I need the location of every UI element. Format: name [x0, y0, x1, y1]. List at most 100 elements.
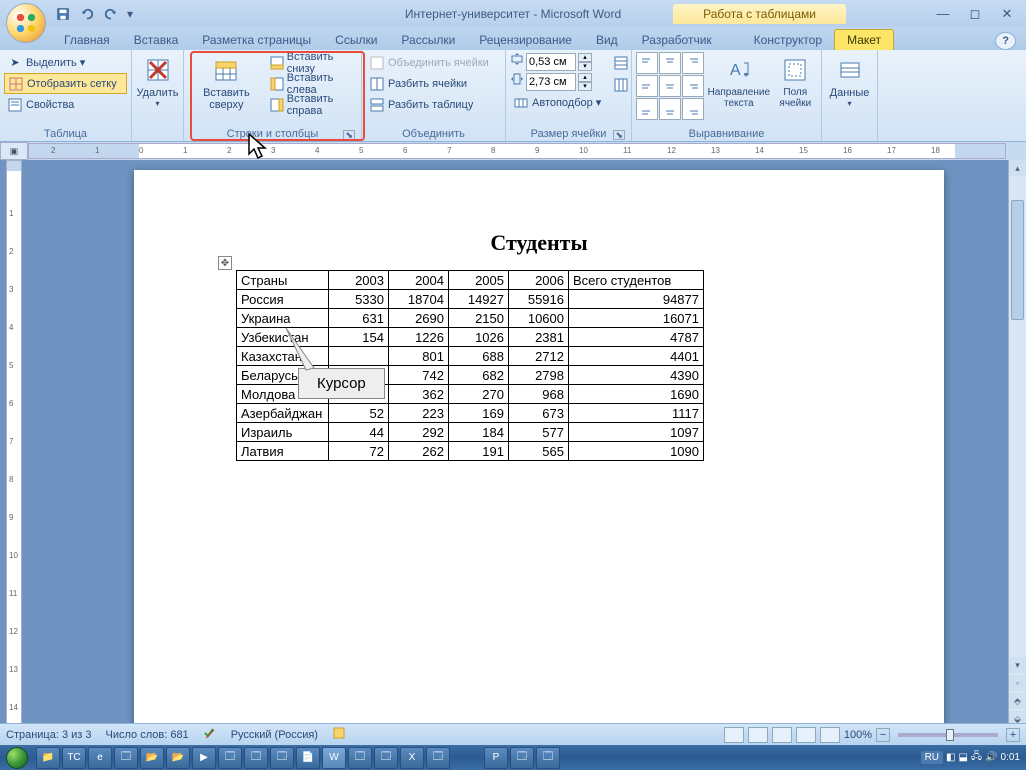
align-br[interactable]	[682, 98, 704, 120]
qat-dropdown-icon[interactable]: ▾	[124, 3, 136, 25]
view-full-screen[interactable]	[748, 727, 768, 743]
qat-redo-icon[interactable]	[100, 3, 122, 25]
align-tc[interactable]	[659, 52, 681, 74]
tray-lang[interactable]: RU	[921, 751, 943, 764]
table-header-cell[interactable]: 2004	[389, 271, 449, 290]
align-tr[interactable]	[682, 52, 704, 74]
vertical-ruler[interactable]: 1234567891011121314	[6, 160, 22, 727]
text-direction-button[interactable]: A Направление текста	[706, 52, 772, 111]
qat-undo-icon[interactable]	[76, 3, 98, 25]
task-app4[interactable]: 🗔	[270, 747, 294, 769]
distribute-cols-button[interactable]	[610, 74, 632, 95]
table-cell[interactable]: 968	[509, 385, 569, 404]
table-row[interactable]: Казахстан80168827124401	[237, 347, 704, 366]
table-row[interactable]: Украина631269021501060016071	[237, 309, 704, 328]
task-app8[interactable]: 🗔	[426, 747, 450, 769]
tab-developer[interactable]: Разработчик	[630, 30, 724, 50]
merge-cells-button[interactable]: Объединить ячейки	[366, 52, 492, 73]
office-button[interactable]	[6, 3, 46, 43]
table-header-cell[interactable]: 2006	[509, 271, 569, 290]
table-cell[interactable]: 223	[389, 404, 449, 423]
table-header-cell[interactable]: Всего студентов	[569, 271, 704, 290]
tray-icon1[interactable]: ◧	[946, 752, 955, 763]
table-cell[interactable]: Узбекистан	[237, 328, 329, 347]
table-cell[interactable]: Азербайджан	[237, 404, 329, 423]
status-lang[interactable]: Русский (Россия)	[231, 729, 318, 741]
table-cell[interactable]: 169	[449, 404, 509, 423]
tab-insert[interactable]: Вставка	[122, 30, 191, 50]
system-tray[interactable]: RU ◧ ⬓ 🖧 🔊 0:01	[917, 749, 1024, 766]
align-bc[interactable]	[659, 98, 681, 120]
table-cell[interactable]: 1090	[569, 442, 704, 461]
width-down[interactable]: ▾	[578, 82, 592, 91]
tab-layout[interactable]: Макет	[834, 29, 894, 50]
scroll-up-icon[interactable]: ▴	[1009, 160, 1026, 176]
select-button[interactable]: ➤Выделить ▾	[4, 52, 127, 73]
table-cell[interactable]	[329, 347, 389, 366]
task-app5[interactable]: 📄	[296, 747, 320, 769]
start-button[interactable]	[0, 745, 34, 770]
table-cell[interactable]: 362	[389, 385, 449, 404]
align-mr[interactable]	[682, 75, 704, 97]
table-cell[interactable]: 2381	[509, 328, 569, 347]
cellsize-launcher[interactable]: ⬊	[613, 130, 625, 140]
width-up[interactable]: ▴	[578, 73, 592, 82]
table-row[interactable]: Узбекистан1541226102623814787	[237, 328, 704, 347]
table-cell[interactable]: 1226	[389, 328, 449, 347]
table-cell[interactable]: 1117	[569, 404, 704, 423]
ruler-corner[interactable]: ▣	[0, 142, 28, 160]
scroll-thumb[interactable]	[1011, 200, 1024, 320]
zoom-in-button[interactable]: +	[1006, 728, 1020, 742]
table-cell[interactable]: 44	[329, 423, 389, 442]
table-cell[interactable]: 2150	[449, 309, 509, 328]
table-row[interactable]: Латвия722621915651090	[237, 442, 704, 461]
table-row[interactable]: Израиль442921845771097	[237, 423, 704, 442]
task-app9[interactable]: 🗔	[510, 747, 534, 769]
table-cell[interactable]: 1097	[569, 423, 704, 442]
close-button[interactable]: ✕	[994, 6, 1020, 22]
status-words[interactable]: Число слов: 681	[106, 729, 189, 741]
delete-button[interactable]: Удалить▾	[136, 52, 179, 110]
maximize-button[interactable]: ◻	[962, 6, 988, 22]
tab-home[interactable]: Главная	[52, 30, 122, 50]
page[interactable]: Студенты ✥ Страны2003200420052006Всего с…	[134, 170, 944, 730]
row-height-input[interactable]	[526, 53, 576, 71]
tab-review[interactable]: Рецензирование	[467, 30, 584, 50]
table-header-cell[interactable]: Страны	[237, 271, 329, 290]
table-cell[interactable]: 1690	[569, 385, 704, 404]
distribute-rows-button[interactable]	[610, 52, 632, 73]
task-folder1[interactable]: 📂	[140, 747, 164, 769]
table-cell[interactable]: 5330	[329, 290, 389, 309]
view-draft[interactable]	[820, 727, 840, 743]
tray-volume-icon[interactable]: 🔊	[985, 752, 997, 763]
show-gridlines-button[interactable]: Отобразить сетку	[4, 73, 127, 94]
table-cell[interactable]: 577	[509, 423, 569, 442]
table-cell[interactable]: 154	[329, 328, 389, 347]
task-ppt[interactable]: P	[484, 747, 508, 769]
table-cell[interactable]: 2712	[509, 347, 569, 366]
tab-page-layout[interactable]: Разметка страницы	[190, 30, 323, 50]
tab-design[interactable]: Конструктор	[742, 30, 834, 50]
task-app7[interactable]: 🗔	[374, 747, 398, 769]
table-cell[interactable]: Россия	[237, 290, 329, 309]
table-cell[interactable]: 673	[509, 404, 569, 423]
task-excel[interactable]: X	[400, 747, 424, 769]
table-cell[interactable]: 4787	[569, 328, 704, 347]
table-cell[interactable]: 184	[449, 423, 509, 442]
table-cell[interactable]: 52	[329, 404, 389, 423]
table-header-cell[interactable]: 2003	[329, 271, 389, 290]
insert-above-button[interactable]: Вставить сверху	[188, 52, 265, 113]
table-cell[interactable]: 270	[449, 385, 509, 404]
table-cell[interactable]: 94877	[569, 290, 704, 309]
vertical-scrollbar[interactable]: ▴ ▾ ◦ ⬘ ⬙	[1008, 160, 1026, 727]
tray-network-icon[interactable]: 🖧	[971, 749, 982, 766]
table-cell[interactable]: 55916	[509, 290, 569, 309]
status-proofing-icon[interactable]	[203, 726, 217, 743]
table-row[interactable]: Россия533018704149275591694877	[237, 290, 704, 309]
scroll-down-icon[interactable]: ▾	[1009, 657, 1026, 673]
data-button[interactable]: Данные▾	[826, 52, 873, 110]
task-explorer[interactable]: 📁	[36, 747, 60, 769]
table-cell[interactable]: 631	[329, 309, 389, 328]
table-row[interactable]: Азербайджан522231696731117	[237, 404, 704, 423]
table-cell[interactable]: 688	[449, 347, 509, 366]
